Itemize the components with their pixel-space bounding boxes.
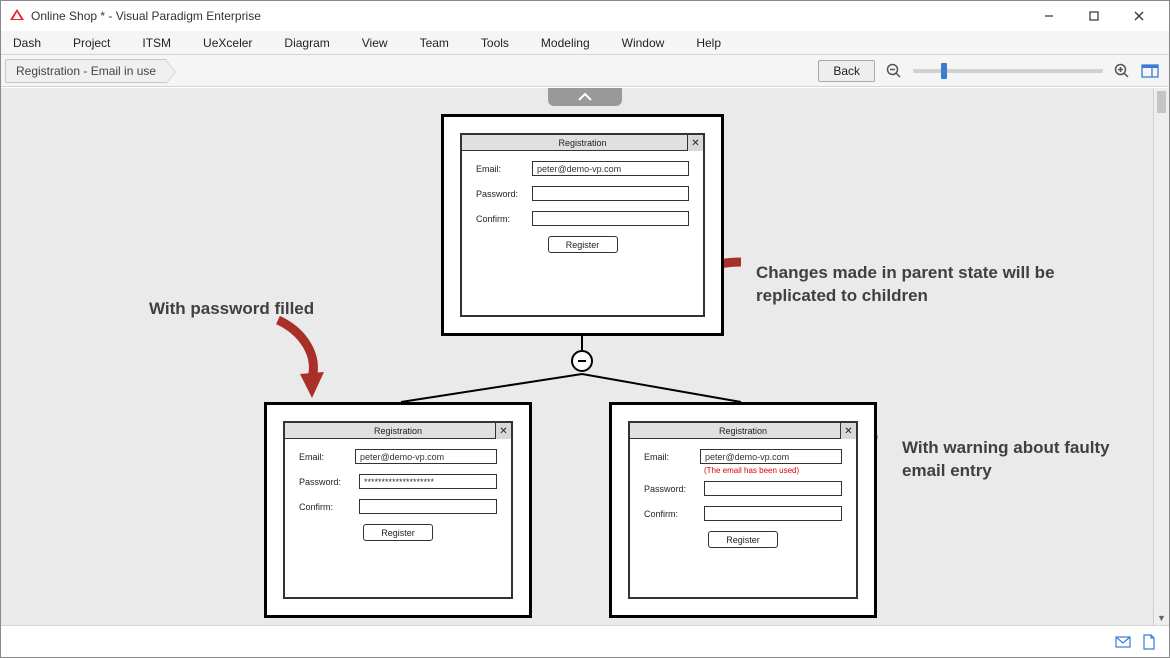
mock-window: Registration ✕ Email:peter@demo-vp.com P… <box>460 133 705 317</box>
zoom-out-icon[interactable] <box>885 62 903 80</box>
window-maximize-button[interactable] <box>1071 2 1116 30</box>
label-confirm: Confirm: <box>299 502 359 512</box>
input-password <box>532 186 689 201</box>
input-email: peter@demo-vp.com <box>700 449 842 464</box>
label-email: Email: <box>476 164 532 174</box>
mock-window-title: Registration <box>374 426 422 436</box>
input-password <box>704 481 842 496</box>
menu-window[interactable]: Window <box>618 34 669 52</box>
input-confirm <box>532 211 689 226</box>
diagram-canvas[interactable]: With password filled Changes made in par… <box>1 88 1169 625</box>
mock-window: Registration ✕ Email:peter@demo-vp.com (… <box>628 421 858 599</box>
register-button: Register <box>363 524 433 541</box>
input-password: ******************** <box>359 474 497 489</box>
label-password: Password: <box>644 484 704 494</box>
canvas-collapse-tab[interactable] <box>548 88 622 106</box>
mail-icon[interactable] <box>1115 634 1131 650</box>
label-confirm: Confirm: <box>644 509 704 519</box>
zoom-in-icon[interactable] <box>1113 62 1131 80</box>
label-email: Email: <box>644 452 700 462</box>
document-icon[interactable] <box>1141 634 1157 650</box>
window-close-button[interactable] <box>1116 2 1161 30</box>
label-confirm: Confirm: <box>476 214 532 224</box>
window-title: Online Shop * - Visual Paradigm Enterpri… <box>31 9 261 23</box>
menu-diagram[interactable]: Diagram <box>280 34 333 52</box>
input-email: peter@demo-vp.com <box>355 449 497 464</box>
label-email: Email: <box>299 452 355 462</box>
menu-modeling[interactable]: Modeling <box>537 34 594 52</box>
menu-uexceler[interactable]: UeXceler <box>199 34 256 52</box>
annotation-right-bottom: With warning about faulty email entry <box>902 437 1152 483</box>
register-button: Register <box>548 236 618 253</box>
label-password: Password: <box>299 477 359 487</box>
mock-window-title: Registration <box>719 426 767 436</box>
input-confirm <box>359 499 497 514</box>
mock-window-titlebar: Registration ✕ <box>285 423 511 439</box>
label-password: Password: <box>476 189 532 199</box>
mock-window: Registration ✕ Email:peter@demo-vp.com P… <box>283 421 513 599</box>
mock-close-icon: ✕ <box>687 135 703 151</box>
menu-itsm[interactable]: ITSM <box>138 34 175 52</box>
minus-icon <box>576 355 588 367</box>
register-button: Register <box>708 531 778 548</box>
menubar: Dash Project ITSM UeXceler Diagram View … <box>1 31 1169 55</box>
window-minimize-button[interactable] <box>1026 2 1071 30</box>
menu-tools[interactable]: Tools <box>477 34 513 52</box>
titlebar: Online Shop * - Visual Paradigm Enterpri… <box>1 1 1169 31</box>
panel-toggle-icon[interactable] <box>1141 62 1159 80</box>
mock-window-title: Registration <box>558 138 606 148</box>
mock-close-icon: ✕ <box>840 423 856 439</box>
scroll-down-icon[interactable]: ▼ <box>1154 611 1169 625</box>
state-parent[interactable]: Registration ✕ Email:peter@demo-vp.com P… <box>441 114 724 336</box>
mock-window-titlebar: Registration ✕ <box>462 135 703 151</box>
menu-project[interactable]: Project <box>69 34 114 52</box>
state-child-warning[interactable]: Registration ✕ Email:peter@demo-vp.com (… <box>609 402 877 618</box>
mock-close-icon: ✕ <box>495 423 511 439</box>
state-child-password[interactable]: Registration ✕ Email:peter@demo-vp.com P… <box>264 402 532 618</box>
toolbar: Registration - Email in use Back <box>1 55 1169 87</box>
back-button[interactable]: Back <box>818 60 875 82</box>
menu-view[interactable]: View <box>358 34 392 52</box>
scrollbar-thumb[interactable] <box>1157 91 1166 113</box>
input-confirm <box>704 506 842 521</box>
chevron-up-icon <box>577 92 593 102</box>
vertical-scrollbar[interactable]: ▲ ▼ <box>1153 88 1169 625</box>
breadcrumb[interactable]: Registration - Email in use <box>5 59 167 83</box>
email-warning: (The email has been used) <box>704 466 842 475</box>
menu-dash[interactable]: Dash <box>9 34 45 52</box>
zoom-slider[interactable] <box>913 69 1103 73</box>
statusbar <box>1 625 1169 657</box>
annotation-right-top: Changes made in parent state will be rep… <box>756 262 1116 308</box>
app-logo-icon <box>9 8 25 24</box>
mock-window-titlebar: Registration ✕ <box>630 423 856 439</box>
zoom-slider-handle[interactable] <box>941 63 947 79</box>
menu-help[interactable]: Help <box>692 34 725 52</box>
arrow-icon <box>272 314 334 399</box>
annotation-left: With password filled <box>149 298 314 321</box>
menu-team[interactable]: Team <box>416 34 453 52</box>
input-email: peter@demo-vp.com <box>532 161 689 176</box>
tree-collapse-toggle[interactable] <box>571 350 593 372</box>
